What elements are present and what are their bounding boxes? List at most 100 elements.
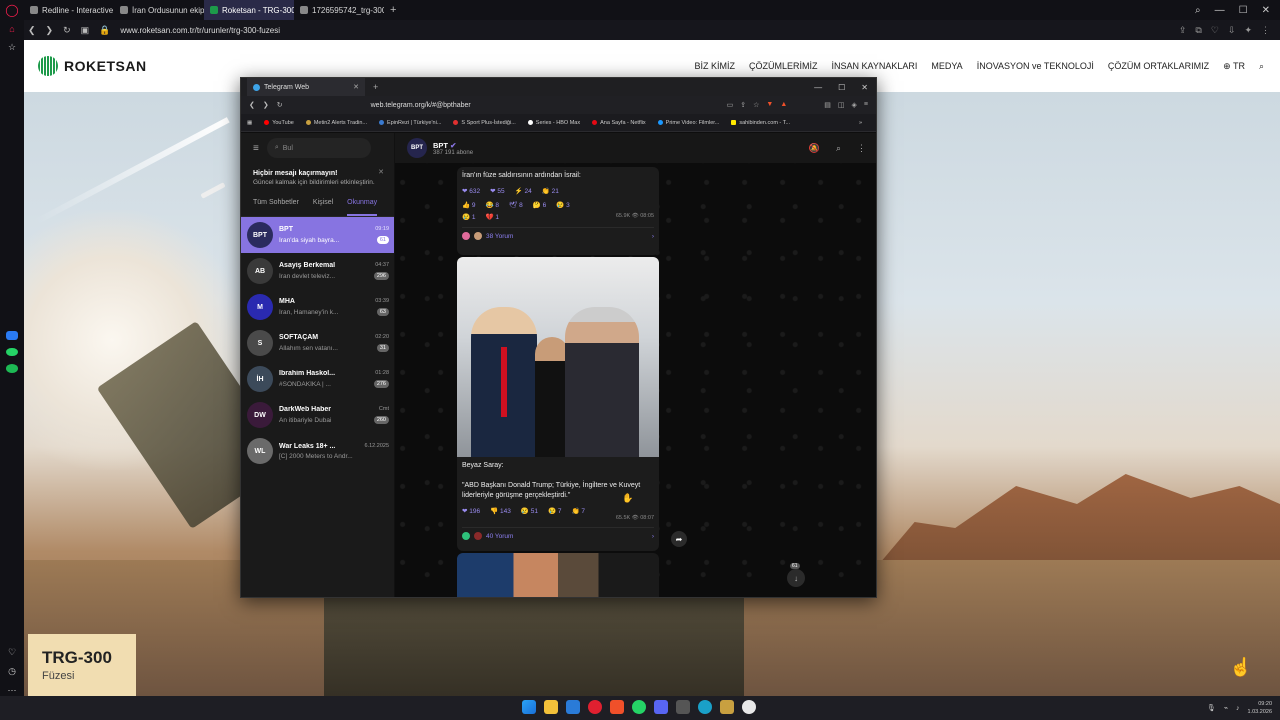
favorite-icon[interactable]: ♡ (1211, 25, 1219, 36)
edge-icon[interactable] (698, 700, 712, 714)
inner-new-tab-button[interactable]: + (373, 82, 378, 92)
nav-cozum-ortaklarimiz[interactable]: ÇÖZÜM ORTAKLARIMIZ (1108, 61, 1209, 71)
minimize-icon[interactable]: — (814, 83, 822, 92)
search-icon[interactable]: ⌕ (1259, 61, 1264, 72)
roketsan-logo[interactable]: ROKETSAN (38, 56, 147, 76)
file-explorer-icon[interactable] (544, 700, 558, 714)
close-window-icon[interactable]: ✕ (1262, 5, 1270, 16)
search-tabs-icon[interactable]: ⌕ (1195, 5, 1201, 16)
language-selector[interactable]: ⊕ TR (1223, 61, 1245, 72)
channel-header[interactable]: BPT BPT ✔ 387 191 abone 🔕 ⌕ ⋮ (395, 133, 876, 163)
volume-icon[interactable]: ♪ (1236, 705, 1240, 712)
scroll-down-button[interactable]: 61 ↓ (787, 563, 805, 587)
chat-item[interactable]: BPT BPT 09:19 İran'da siyah bayra... 61 (241, 217, 394, 253)
extensions-icon[interactable]: ▤ (824, 101, 831, 109)
reaction-chip[interactable]: 😢 7 (548, 507, 562, 515)
star-icon[interactable]: ☆ (6, 42, 18, 53)
notification-prompt[interactable]: Hiçbir mesajı kaçırmayın! Güncel kalmak … (249, 165, 386, 191)
maximize-icon[interactable]: ☐ (1239, 5, 1248, 16)
bookmark-youtube[interactable]: YouTube (264, 120, 294, 126)
chat-item[interactable]: M MHA 03:39 İran, Hamaney'in k... 63 (241, 289, 394, 325)
share-icon[interactable]: ⇪ (740, 101, 746, 109)
history-icon[interactable]: ◷ (6, 666, 18, 677)
bookmark-metin2[interactable]: Metin2 Alerts Tradin... (305, 120, 367, 126)
network-icon[interactable]: ⌁ (1224, 704, 1228, 712)
reaction-chip[interactable]: 😢 3 (556, 201, 570, 209)
reaction-chip[interactable]: 👏 7 (572, 507, 586, 515)
windows-start-icon[interactable] (522, 700, 536, 714)
reaction-chip[interactable]: 🕊 8 (509, 201, 523, 209)
outer-tab-roketsan[interactable]: Roketsan - TRG-300 Füze...✕ (204, 0, 294, 20)
opera-icon[interactable] (588, 700, 602, 714)
cast-icon[interactable]: ▭ (727, 101, 734, 109)
tab-unread[interactable]: Okunmay (347, 199, 378, 216)
search-icon[interactable]: ⌕ (836, 143, 841, 154)
tab-personal[interactable]: Kişisel (313, 199, 333, 216)
bookmark-netflix[interactable]: Ana Sayfa - Netflix (592, 120, 646, 126)
nav-cozumlerimiz[interactable]: ÇÖZÜMLERİMİZ (749, 61, 818, 71)
mute-icon[interactable]: 🔕 (809, 143, 820, 154)
back-icon[interactable]: ❮ (249, 101, 255, 109)
wallet-icon[interactable]: ◈ (852, 101, 857, 109)
reaction-chip[interactable]: 👎 143 (490, 507, 511, 515)
sidebar-icon[interactable]: ◫ (838, 101, 845, 109)
nav-medya[interactable]: MEDYA (931, 61, 962, 71)
reload-icon[interactable]: ↻ (277, 101, 283, 109)
messenger-icon[interactable] (6, 331, 18, 340)
search-input[interactable]: ⌕ Bul (266, 138, 371, 158)
whatsapp-icon[interactable] (632, 700, 646, 714)
calculator-icon[interactable] (676, 700, 690, 714)
chat-item[interactable]: DW DarkWeb Haber Cmt An itibariyle Dubai 260 (241, 397, 394, 433)
microphone-icon[interactable]: 🎙 (1207, 704, 1216, 712)
alert-icon[interactable]: ▲ (780, 101, 787, 109)
chat-item[interactable]: WL War Leaks 18+ ... 6.12.2025 [C] 2000 Met… (241, 433, 394, 469)
reaction-chip[interactable]: 👍 9 (462, 201, 476, 209)
star-icon[interactable]: ☆ (753, 101, 759, 109)
reaction-chip[interactable]: ❤ 55 (490, 187, 504, 195)
close-notice-icon[interactable]: ✕ (378, 168, 384, 177)
brave-shield-icon[interactable]: ▼ (766, 101, 773, 109)
brave-icon[interactable] (610, 700, 624, 714)
spotify-icon[interactable] (6, 364, 18, 374)
inner-tab-telegram[interactable]: Telegram Web ✕ (247, 78, 365, 96)
apps-icon[interactable]: ▦ (247, 120, 252, 126)
message-post-photo[interactable]: Beyaz Saray: "ABD Başkanı Donald Trump; … (457, 257, 659, 551)
more-options-icon[interactable]: ⋮ (857, 143, 866, 154)
outer-tab-redline[interactable]: Redline - Interactive Strat... (24, 0, 114, 20)
bookmark-prime[interactable]: Prime Video: Filmler... (657, 120, 719, 126)
inner-url-field[interactable]: web.telegram.org/k/#@bpthaber (371, 102, 471, 109)
chat-item[interactable]: AB Asayiş Berkemal 04:37 İran devlet televi… (241, 253, 394, 289)
reaction-chip[interactable]: ❤ 632 (462, 187, 480, 195)
download-icon[interactable]: ⇩ (1228, 25, 1236, 36)
comments-link[interactable]: 38 Yorum › (462, 227, 654, 240)
app-icon[interactable] (720, 700, 734, 714)
forward-icon[interactable]: ❯ (263, 101, 269, 109)
post-photo[interactable] (457, 257, 659, 457)
share-icon[interactable]: ⇪ (1179, 25, 1187, 36)
close-tab-icon[interactable]: ✕ (353, 83, 359, 91)
back-icon[interactable]: ❮ (28, 25, 36, 36)
more-bookmarks-icon[interactable]: » (859, 120, 876, 126)
reaction-chip[interactable]: 👏 21 (542, 187, 559, 195)
discord-icon[interactable] (654, 700, 668, 714)
extensions-icon[interactable]: ✦ (1244, 25, 1252, 36)
reaction-chip[interactable]: 😢 51 (521, 507, 538, 515)
forward-icon[interactable]: ❯ (46, 25, 54, 36)
reaction-chip[interactable]: ⚡ 24 (515, 187, 532, 195)
more-icon[interactable]: ⋯ (6, 685, 18, 696)
message-post-next[interactable] (457, 553, 659, 597)
snapshot-icon[interactable]: ⧉ (1195, 25, 1201, 36)
nav-insan-kaynaklari[interactable]: İNSAN KAYNAKLARI (831, 61, 917, 71)
minimize-icon[interactable]: — (1215, 5, 1225, 16)
outer-url-field[interactable]: www.roketsan.com.tr/tr/urunler/trg-300-f… (120, 26, 280, 35)
bookmark-sahibinden[interactable]: sahibinden.com - T... (731, 120, 790, 126)
chat-item[interactable]: İH İbrahim Haskol... 01:28 #SONDAKİKA | ...… (241, 361, 394, 397)
clock[interactable]: 09:20 1.03.2026 (1248, 700, 1272, 716)
new-tab-button[interactable]: + (384, 4, 402, 16)
share-post-button[interactable]: ➦ (671, 531, 687, 547)
nav-biz-kimiz[interactable]: BİZ KİMİZ (694, 61, 735, 71)
nav-inovasyon[interactable]: İNOVASYON ve TEKNOLOJİ (977, 61, 1094, 71)
reaction-chip[interactable]: 💔 1 (486, 213, 500, 221)
bookmark-hbo[interactable]: Series - HBO Max (527, 120, 580, 126)
maximize-icon[interactable]: ☐ (838, 83, 845, 92)
